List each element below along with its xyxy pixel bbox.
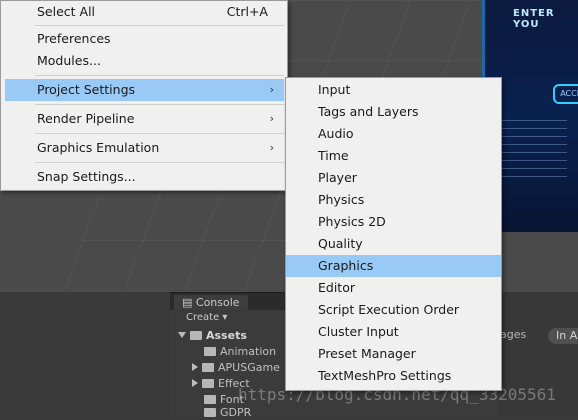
- submenu-item-textmeshpro-settings[interactable]: TextMeshPro Settings: [286, 365, 501, 387]
- submenu-item-script-execution-order[interactable]: Script Execution Order: [286, 299, 501, 321]
- menu-item-label: Snap Settings...: [37, 169, 136, 184]
- menu-item-render-pipeline[interactable]: Render Pipeline ›: [5, 108, 284, 130]
- menu-item-label: Project Settings: [37, 82, 136, 97]
- menu-item-shortcut: Ctrl+A: [226, 4, 268, 19]
- game-text-block: [497, 120, 567, 180]
- menu-item-label: Modules...: [37, 53, 101, 68]
- submenu-item-label: Quality: [318, 236, 363, 251]
- edit-menu: Select All Ctrl+A Preferences Modules...…: [0, 0, 288, 191]
- folder-icon: [204, 347, 216, 356]
- game-title: ENTER YOU: [513, 8, 555, 30]
- chevron-right-icon: ›: [269, 83, 274, 96]
- menu-separator: [35, 25, 284, 26]
- menu-separator: [35, 133, 284, 134]
- submenu-item-label: Input: [318, 82, 351, 97]
- tree-folder-label: APUSGame: [218, 361, 280, 374]
- submenu-item-physics-2d[interactable]: Physics 2D: [286, 211, 501, 233]
- submenu-item-label: Graphics: [318, 258, 374, 273]
- menu-item-label: Render Pipeline: [37, 111, 135, 126]
- menu-item-project-settings[interactable]: Project Settings ›: [5, 79, 284, 101]
- tree-folder[interactable]: Animation: [204, 345, 276, 359]
- tree-folder[interactable]: APUSGame: [192, 361, 280, 375]
- menu-item-label: Preferences: [37, 31, 111, 46]
- folder-icon: [202, 363, 214, 372]
- menu-item-label: Select All: [37, 4, 96, 19]
- tree-folder-label: GDPR: [220, 406, 252, 419]
- submenu-item-time[interactable]: Time: [286, 145, 501, 167]
- folder-icon: [202, 379, 214, 388]
- submenu-item-tags-and-layers[interactable]: Tags and Layers: [286, 101, 501, 123]
- submenu-item-editor[interactable]: Editor: [286, 277, 501, 299]
- game-accept-button: ACCE: [553, 84, 578, 104]
- collapse-arrow-icon: [192, 379, 198, 387]
- console-icon: ▤: [182, 296, 196, 309]
- menu-item-preferences[interactable]: Preferences: [5, 28, 284, 50]
- submenu-item-preset-manager[interactable]: Preset Manager: [286, 343, 501, 365]
- submenu-item-audio[interactable]: Audio: [286, 123, 501, 145]
- tree-folder-label: Animation: [220, 345, 277, 358]
- menu-item-modules[interactable]: Modules...: [5, 50, 284, 72]
- menu-separator: [35, 162, 284, 163]
- submenu-item-physics[interactable]: Physics: [286, 189, 501, 211]
- submenu-item-input[interactable]: Input: [286, 79, 501, 101]
- menu-separator: [35, 104, 284, 105]
- create-button[interactable]: Create ▾: [180, 311, 233, 325]
- tree-folder[interactable]: GDPR: [204, 406, 251, 420]
- submenu-item-label: TextMeshPro Settings: [318, 368, 452, 383]
- menu-item-select-all[interactable]: Select All Ctrl+A: [5, 1, 284, 23]
- submenu-item-label: Editor: [318, 280, 355, 295]
- tree-assets[interactable]: Assets: [178, 329, 247, 343]
- chevron-right-icon: ›: [269, 112, 274, 125]
- tree-assets-label: Assets: [206, 329, 247, 342]
- menu-item-graphics-emulation[interactable]: Graphics Emulation ›: [5, 137, 284, 159]
- right-pane-label: ages: [500, 328, 527, 341]
- search-filter-pill[interactable]: In A: [548, 328, 578, 344]
- menu-separator: [35, 75, 284, 76]
- submenu-item-label: Audio: [318, 126, 354, 141]
- create-button-label: Create: [186, 312, 220, 323]
- submenu-item-label: Physics 2D: [318, 214, 386, 229]
- submenu-item-quality[interactable]: Quality: [286, 233, 501, 255]
- tab-console-label: Console: [195, 296, 240, 309]
- menu-item-snap-settings[interactable]: Snap Settings...: [5, 166, 284, 188]
- submenu-item-label: Player: [318, 170, 357, 185]
- submenu-item-cluster-input[interactable]: Cluster Input: [286, 321, 501, 343]
- submenu-item-label: Physics: [318, 192, 365, 207]
- folder-icon: [190, 331, 202, 340]
- folder-icon: [204, 395, 216, 404]
- submenu-item-label: Script Execution Order: [318, 302, 460, 317]
- chevron-right-icon: ›: [269, 141, 274, 154]
- submenu-item-graphics[interactable]: Graphics: [286, 255, 501, 277]
- submenu-item-label: Preset Manager: [318, 346, 416, 361]
- submenu-item-label: Time: [318, 148, 349, 163]
- submenu-item-label: Tags and Layers: [318, 104, 419, 119]
- project-settings-submenu: Input Tags and Layers Audio Time Player …: [285, 77, 502, 391]
- menu-item-label: Graphics Emulation: [37, 140, 160, 155]
- expand-arrow-icon: [178, 332, 186, 338]
- submenu-item-player[interactable]: Player: [286, 167, 501, 189]
- tab-console[interactable]: ▤ Console: [174, 295, 248, 311]
- submenu-item-label: Cluster Input: [318, 324, 399, 339]
- collapse-arrow-icon: [192, 363, 198, 371]
